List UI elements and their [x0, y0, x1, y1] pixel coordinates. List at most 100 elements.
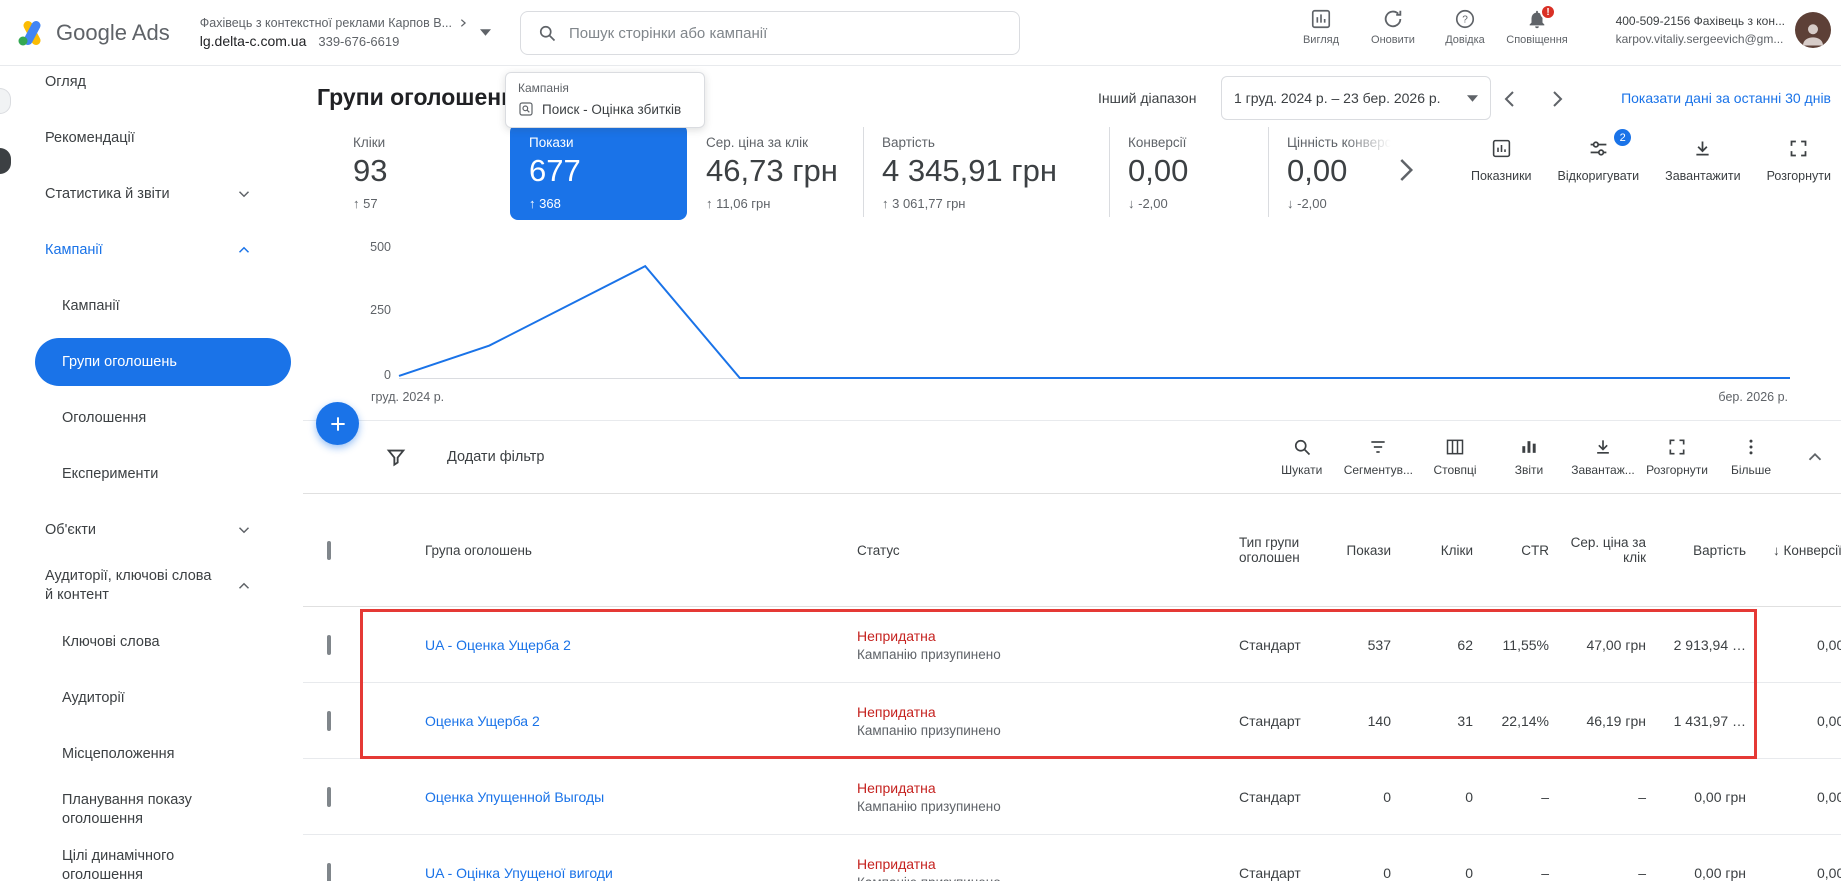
- collapse-toolbar-button[interactable]: [1793, 446, 1837, 468]
- select-all-checkbox[interactable]: [303, 540, 359, 560]
- scorecard-conversions[interactable]: Конверсії 0,00 ↓ -2,00: [1109, 127, 1268, 217]
- sidebar-item-overview[interactable]: Огляд: [0, 66, 303, 110]
- cell-ctr: –: [1541, 864, 1549, 881]
- reports-button[interactable]: Звіти: [1497, 437, 1561, 477]
- add-filter-button[interactable]: Додати фільтр: [385, 446, 544, 468]
- sidebar-item-campaigns-section[interactable]: Кампанії: [0, 222, 303, 278]
- status-secondary: Кампанію призупинено: [857, 875, 1227, 881]
- sidebar-item-audiences-keywords-content[interactable]: Аудиторії, ключові слова й контент: [0, 558, 303, 614]
- header-cost[interactable]: Вартість: [1658, 543, 1758, 558]
- scorecard-impressions[interactable]: Покази 677 ↑ 368: [510, 124, 687, 220]
- date-next-button[interactable]: [1545, 87, 1569, 111]
- columns-button[interactable]: Стовпці: [1423, 437, 1487, 477]
- metrics-button[interactable]: Показники: [1471, 138, 1532, 183]
- scorecard-clicks[interactable]: Кліки 93 ↑ 57: [335, 127, 510, 217]
- ad-group-link[interactable]: Оценка Упущенной Выгоды: [403, 789, 845, 805]
- sidebar-item-insights-reports[interactable]: Статистика й звіти: [0, 166, 303, 222]
- avatar[interactable]: [1795, 12, 1831, 48]
- other-range-button[interactable]: Інший діапазон: [1098, 90, 1196, 106]
- table-row: UA - Оценка Ущерба 2 Непридатна Кампанію п…: [303, 607, 1841, 683]
- cell-impressions: 0: [1383, 864, 1391, 881]
- header-conversions[interactable]: ↓ Конверсії: [1758, 543, 1841, 558]
- notifications-button[interactable]: ! Сповіщення: [1505, 4, 1569, 46]
- show-last-30-days-link[interactable]: Показати дані за останні 30 днів: [1621, 90, 1831, 106]
- sidebar-item-label: Рекомендації: [45, 130, 135, 146]
- account-id: 339-676-6619: [318, 34, 400, 49]
- account-switcher[interactable]: Фахівець з контекстної реклами Карпов В.…: [200, 16, 492, 49]
- sidebar-item-campaigns[interactable]: Кампанії: [0, 278, 303, 334]
- refresh-button[interactable]: Оновити: [1361, 8, 1425, 46]
- row-status-dot[interactable]: [359, 713, 403, 729]
- cell-ctr: 22,14%: [1501, 712, 1549, 729]
- more-button[interactable]: Більше: [1719, 437, 1783, 477]
- sidebar-item-ads[interactable]: Оголошення: [0, 390, 303, 446]
- appearance-button[interactable]: Вигляд: [1289, 8, 1353, 46]
- sidebar-item-assets[interactable]: Об'єкти: [0, 502, 303, 558]
- row-checkbox[interactable]: [303, 786, 359, 807]
- scorecard-label: Покази: [529, 135, 574, 150]
- add-button[interactable]: [316, 402, 359, 445]
- scorecard-cost[interactable]: Вартість 4 345,91 грн ↑ 3 061,77 грн: [863, 127, 1109, 217]
- sidebar-item-ad-groups[interactable]: Групи оголошень: [0, 334, 303, 390]
- table-search-button[interactable]: Шукати: [1270, 437, 1334, 477]
- sidebar-item-label: Кампанії: [62, 298, 120, 314]
- expand-icon: [1667, 437, 1687, 457]
- notification-badge: !: [1540, 4, 1556, 20]
- sidebar-item-dynamic-ad-targets[interactable]: Цілі динамічного оголошення: [0, 838, 303, 881]
- columns-icon: [1445, 437, 1465, 457]
- scorecards: Кліки 93 ↑ 57 Покази 677 ↑ 368 Сер. ціна…: [335, 124, 1399, 220]
- row-checkbox[interactable]: [303, 710, 359, 731]
- row-status-dot[interactable]: [359, 637, 403, 653]
- sidebar-item-experiments[interactable]: Експерименти: [0, 446, 303, 502]
- scorecard-label: Сер. ціна за клік: [706, 135, 809, 150]
- sidebar-item-locations[interactable]: Місцеположення: [0, 726, 303, 782]
- ad-group-link[interactable]: UA - Оценка Ущерба 2: [403, 637, 845, 653]
- campaign-context-popover[interactable]: Кампанія Поиск - Оцінка збитків: [505, 72, 705, 128]
- row-status-dot[interactable]: [359, 789, 403, 805]
- cell-avg-cpc: 46,19 грн: [1586, 712, 1646, 729]
- header-clicks[interactable]: Кліки: [1403, 543, 1485, 558]
- header-status[interactable]: Статус: [845, 543, 1227, 558]
- search-input[interactable]: [569, 24, 1003, 42]
- row-status: Непридатна Кампанію призупинено: [845, 856, 1227, 881]
- google-ads-logo[interactable]: Google Ads: [0, 20, 170, 46]
- campaign-name: Поиск - Оцінка збитків: [542, 101, 682, 117]
- row-checkbox[interactable]: [303, 634, 359, 655]
- sidebar-item-audiences[interactable]: Аудиторії: [0, 670, 303, 726]
- sidebar-item-keywords[interactable]: Ключові слова: [0, 614, 303, 670]
- status-filter-dot[interactable]: [359, 543, 403, 558]
- header-ad-group-type[interactable]: Тип групи оголошен: [1227, 535, 1321, 565]
- sidebar-item-ad-schedule[interactable]: Планування показу оголошення: [0, 782, 303, 838]
- row-status-dot[interactable]: [359, 865, 403, 881]
- cell-cost: 0,00 грн: [1694, 788, 1746, 805]
- profile-menu[interactable]: 400-509-2156 Фахівець з кон... karpov.vi…: [1616, 12, 1831, 48]
- sidebar-item-recommendations[interactable]: Рекомендації: [0, 110, 303, 166]
- header-impressions[interactable]: Покази: [1321, 543, 1403, 558]
- chevron-down-icon: [235, 521, 253, 539]
- table-expand-button[interactable]: Розгорнути: [1645, 437, 1709, 477]
- date-range-picker[interactable]: 1 груд. 2024 р. – 23 бер. 2026 р.: [1221, 76, 1491, 120]
- global-search[interactable]: [520, 11, 1020, 55]
- scorecard-conversion-value[interactable]: Цінність конверсії 0,00 ↓ -2,00: [1268, 127, 1399, 217]
- date-prev-button[interactable]: [1498, 87, 1522, 111]
- scorecard-avg-cpc[interactable]: Сер. ціна за клік 46,73 грн ↑ 11,06 грн: [687, 127, 863, 217]
- expand-button[interactable]: Розгорнути: [1767, 138, 1831, 183]
- status-primary: Непридатна: [857, 703, 936, 720]
- segment-button[interactable]: Сегментув...: [1344, 437, 1413, 477]
- help-button[interactable]: ? Довідка: [1433, 8, 1497, 46]
- y-axis-tick: 500: [370, 240, 391, 254]
- x-axis-label-start: груд. 2024 р.: [371, 390, 445, 404]
- scorecards-next-button[interactable]: [1385, 150, 1425, 190]
- ad-groups-table: Група оголошень Статус Тип групи оголоше…: [303, 493, 1841, 881]
- cell-cost: 1 431,97 …: [1673, 712, 1746, 729]
- adjust-button[interactable]: 2 Відкоригувати: [1558, 129, 1639, 183]
- header-avg-cpc[interactable]: Сер. ціна за клік: [1561, 535, 1658, 565]
- download-button[interactable]: Завантажити: [1665, 138, 1741, 183]
- row-checkbox[interactable]: [303, 862, 359, 881]
- table-download-button[interactable]: Завантаж...: [1571, 437, 1635, 477]
- ad-group-link[interactable]: Оценка Ущерба 2: [403, 713, 845, 729]
- chevron-up-icon: [235, 577, 253, 595]
- header-ad-group[interactable]: Група оголошень: [403, 543, 845, 558]
- ad-group-link[interactable]: UA - Оцінка Упущеної вигоди: [403, 865, 845, 881]
- header-ctr[interactable]: CTR: [1485, 543, 1561, 558]
